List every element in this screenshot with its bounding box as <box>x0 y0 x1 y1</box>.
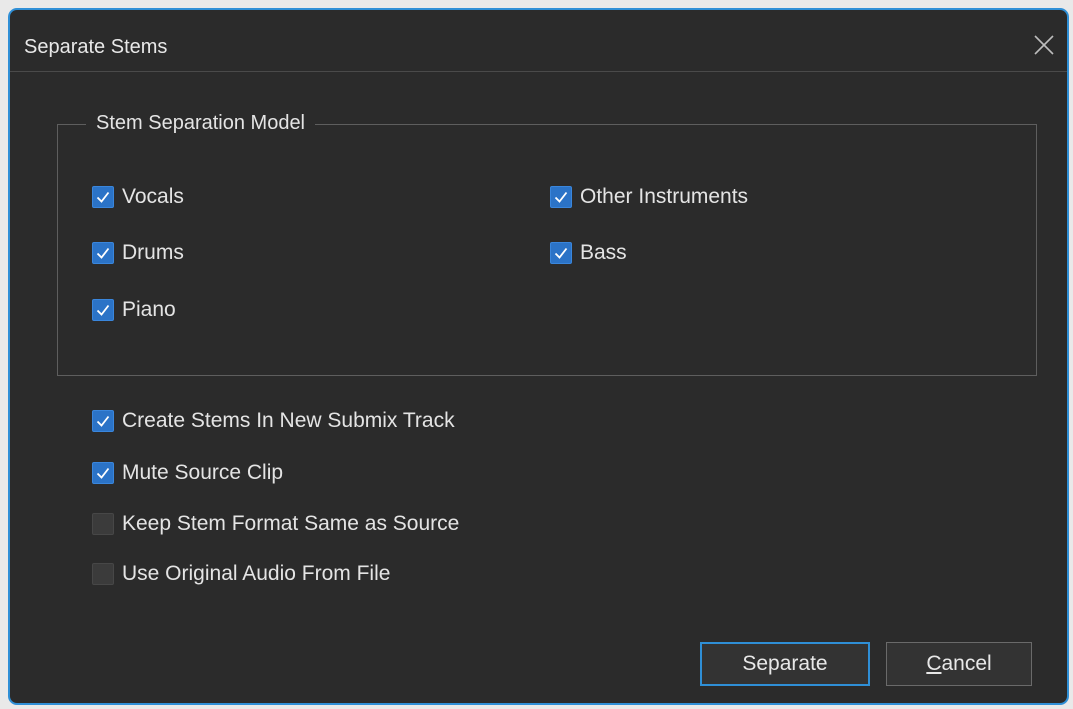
checkbox-label: Piano <box>122 298 176 321</box>
cancel-label-rest: ancel <box>941 652 992 675</box>
checkbox-label: Use Original Audio From File <box>122 562 391 585</box>
checkmark-icon <box>96 415 110 427</box>
checkbox-keep-stem-format[interactable]: Keep Stem Format Same as Source <box>92 510 459 538</box>
checkbox-box[interactable] <box>92 462 114 484</box>
stem-separation-model-group: Stem Separation Model Vocals Drums Piano… <box>57 112 1037 376</box>
title-bar: Separate Stems <box>10 10 1067 72</box>
checkbox-box[interactable] <box>92 563 114 585</box>
checkmark-icon <box>96 247 110 259</box>
checkbox-piano[interactable]: Piano <box>92 296 176 324</box>
checkmark-icon <box>96 467 110 479</box>
checkbox-other-instruments[interactable]: Other Instruments <box>550 183 748 211</box>
checkbox-box[interactable] <box>92 186 114 208</box>
checkbox-mute-source-clip[interactable]: Mute Source Clip <box>92 459 283 487</box>
checkbox-label: Keep Stem Format Same as Source <box>122 512 460 535</box>
dialog-title: Separate Stems <box>24 36 168 58</box>
checkbox-label: Other Instruments <box>580 185 749 208</box>
checkbox-box[interactable] <box>92 513 114 535</box>
group-label: Stem Separation Model <box>86 112 316 135</box>
checkbox-label: Bass <box>580 241 627 264</box>
checkbox-drums[interactable]: Drums <box>92 239 184 267</box>
checkbox-create-stems-submix[interactable]: Create Stems In New Submix Track <box>92 407 455 435</box>
cancel-button[interactable]: Cancel <box>886 642 1032 686</box>
checkbox-box[interactable] <box>92 242 114 264</box>
checkmark-icon <box>96 304 110 316</box>
checkbox-box[interactable] <box>550 242 572 264</box>
checkbox-box[interactable] <box>92 410 114 432</box>
separate-stems-dialog: Separate Stems Stem Separation Model Voc… <box>8 8 1069 705</box>
checkmark-icon <box>96 191 110 203</box>
checkmark-icon <box>554 191 568 203</box>
close-button[interactable] <box>1029 30 1059 60</box>
checkbox-vocals[interactable]: Vocals <box>92 183 184 211</box>
checkbox-bass[interactable]: Bass <box>550 239 627 267</box>
cancel-mnemonic: C <box>926 652 942 675</box>
checkbox-label: Mute Source Clip <box>122 461 284 484</box>
checkbox-label: Drums <box>122 241 184 264</box>
checkbox-label: Create Stems In New Submix Track <box>122 409 455 432</box>
close-icon <box>1034 35 1054 55</box>
checkbox-box[interactable] <box>550 186 572 208</box>
checkbox-label: Vocals <box>122 185 184 208</box>
separate-button-label: Separate <box>742 652 828 675</box>
checkbox-use-original-audio[interactable]: Use Original Audio From File <box>92 560 390 588</box>
cancel-button-label: Cancel <box>926 652 991 676</box>
separate-button[interactable]: Separate <box>700 642 870 686</box>
checkbox-box[interactable] <box>92 299 114 321</box>
checkmark-icon <box>554 247 568 259</box>
